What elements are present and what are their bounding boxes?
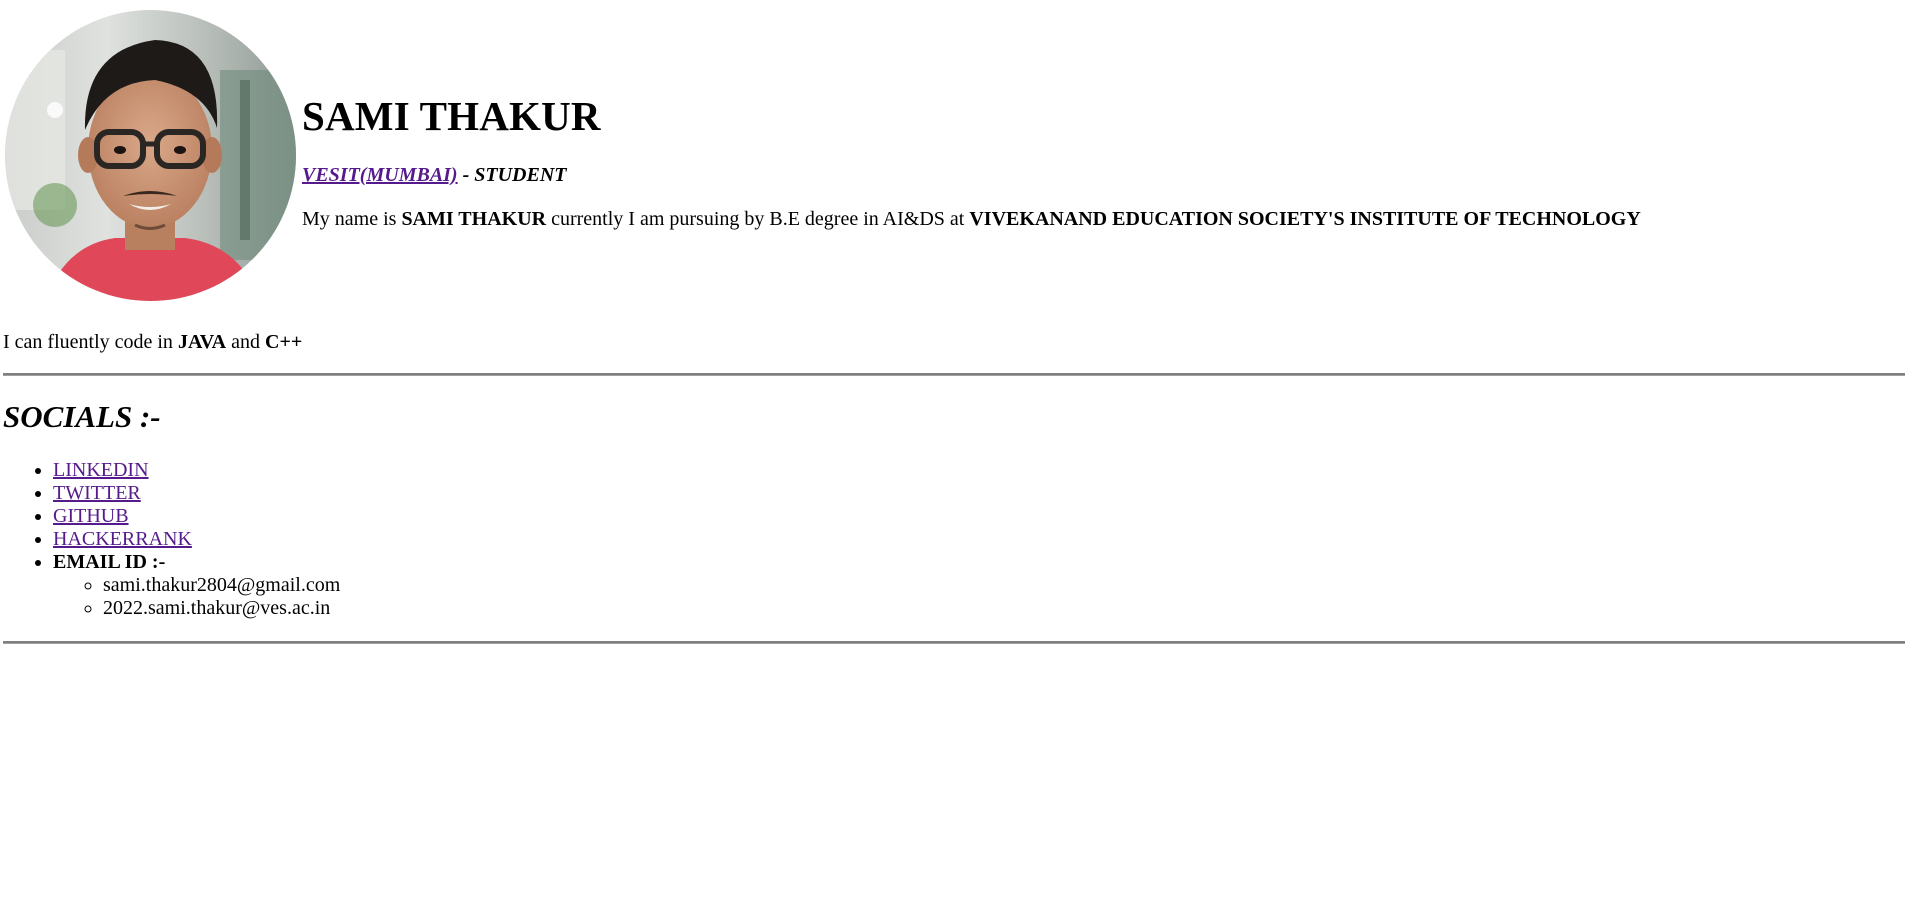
about-prefix: My name is	[302, 208, 402, 230]
profile-photo-image	[5, 10, 296, 301]
profile-name: SAMI THAKUR	[302, 93, 601, 139]
list-item: HACKERRANK	[53, 528, 340, 551]
email-list: sami.thakur2804@gmail.com 2022.sami.thak…	[53, 574, 340, 620]
profile-intro: SAMI THAKUR VESIT(MUMBAI) - STUDENT My n…	[302, 10, 1641, 231]
skills-prefix: I can fluently code in	[3, 331, 178, 353]
about-institute: VIVEKANAND EDUCATION SOCIETY'S INSTITUTE…	[969, 208, 1641, 230]
github-link[interactable]: GITHUB	[53, 505, 129, 527]
skill-java: JAVA	[177, 331, 227, 353]
skills-text: I can fluently code in JAVA and C++	[3, 330, 302, 354]
socials-list: LINKEDIN TWITTER GITHUB HACKERRANK EMAIL…	[3, 459, 340, 620]
email-label: EMAIL ID :-	[53, 551, 166, 573]
profile-header: SAMI THAKUR VESIT(MUMBAI) - STUDENT My n…	[5, 10, 1641, 301]
divider-top	[3, 373, 1905, 376]
linkedin-link[interactable]: LINKEDIN	[53, 459, 149, 481]
list-item: TWITTER	[53, 482, 340, 505]
divider-bottom	[3, 641, 1905, 644]
profile-photo	[5, 10, 296, 301]
skills-joiner: and	[226, 331, 266, 353]
socials-heading: SOCIALS :-	[3, 399, 161, 434]
twitter-link[interactable]: TWITTER	[53, 482, 141, 504]
hackerrank-link[interactable]: HACKERRANK	[53, 528, 192, 550]
role-text: - STUDENT	[457, 164, 567, 186]
about-text: My name is SAMI THAKUR currently I am pu…	[302, 207, 1641, 231]
affiliation: VESIT(MUMBAI) - STUDENT	[302, 163, 1641, 187]
email-item: sami.thakur2804@gmail.com	[103, 574, 340, 597]
list-item: GITHUB	[53, 505, 340, 528]
college-link[interactable]: VESIT(MUMBAI)	[302, 164, 458, 186]
about-middle: currently I am pursuing by B.E degree in…	[546, 208, 970, 230]
skill-cpp: C++	[265, 331, 303, 353]
list-item: LINKEDIN	[53, 459, 340, 482]
email-item: 2022.sami.thakur@ves.ac.in	[103, 597, 340, 620]
about-name: SAMI THAKUR	[401, 208, 547, 230]
list-item: EMAIL ID :- sami.thakur2804@gmail.com 20…	[53, 551, 340, 620]
